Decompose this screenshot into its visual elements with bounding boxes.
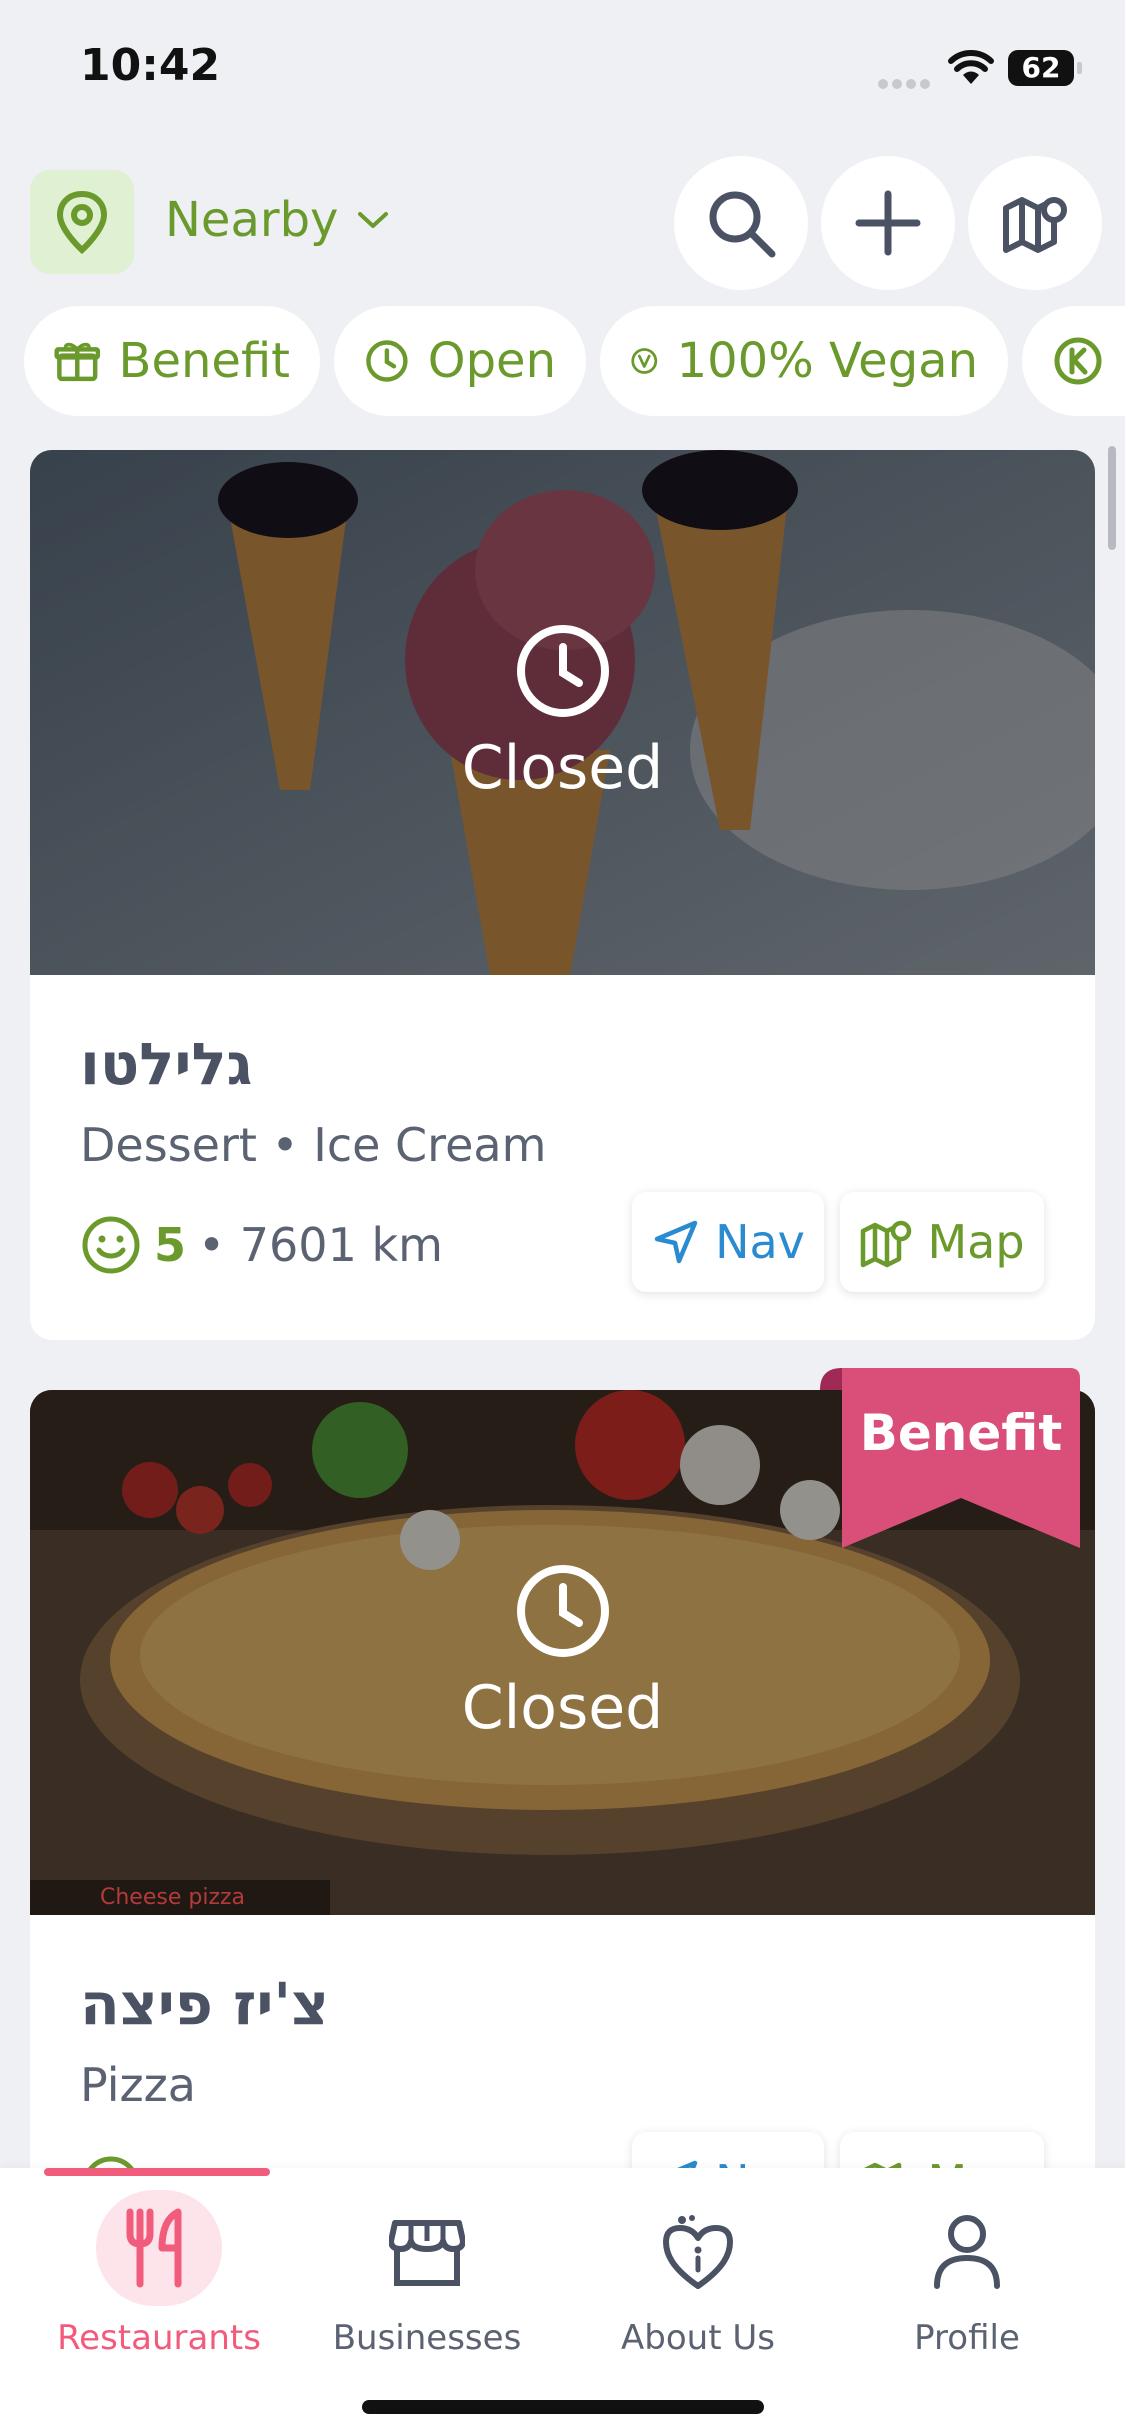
status-bar: 10:42 62 (0, 0, 1125, 140)
tab-label: Profile (914, 2318, 1020, 2358)
map-button-label: Map (927, 1215, 1025, 1269)
nav-button-label: Nav (715, 1215, 805, 1269)
map-icon (1003, 197, 1067, 253)
benefit-badge-label: Benefit (859, 1404, 1063, 1462)
closed-label: Closed (461, 732, 664, 803)
tab-label: Businesses (332, 2318, 522, 2358)
bottom-tab-bar: Restaurants Businesses About Us Profile (0, 2168, 1125, 2436)
heart-info-icon (643, 2198, 753, 2306)
fork-knife-icon (96, 2190, 222, 2306)
tab-about-us[interactable]: About Us (563, 2198, 833, 2358)
filter-chip-label: Benefit (118, 333, 290, 389)
filter-chip-kosher[interactable] (1022, 306, 1125, 416)
add-button[interactable] (821, 156, 955, 290)
filter-chips: Benefit Open 100% Vegan (0, 306, 1125, 416)
filter-chip-benefit[interactable]: Benefit (24, 306, 320, 416)
tab-label: Restaurants (57, 2318, 261, 2358)
filter-chip-vegan[interactable]: 100% Vegan (600, 306, 1008, 416)
chevron-down-icon (358, 212, 389, 228)
search-button[interactable] (674, 156, 808, 290)
tab-profile[interactable]: Profile (832, 2198, 1102, 2358)
active-tab-indicator (44, 2168, 270, 2176)
map-view-button[interactable] (968, 156, 1102, 290)
distance-value: • 7601 km (198, 1218, 443, 1272)
image-caption: Cheese pizza (30, 1880, 330, 1915)
restaurant-card[interactable]: Closed גלילטו Dessert • Ice Cream 5 • 76… (30, 450, 1095, 1340)
navigation-arrow-icon (654, 1220, 698, 1264)
filter-chip-open[interactable]: Open (334, 306, 586, 416)
restaurant-category: Pizza (80, 2058, 196, 2112)
wifi-icon (948, 50, 994, 86)
location-pin-button[interactable] (30, 170, 134, 274)
user-icon (912, 2198, 1022, 2306)
filter-chip-label: Open (427, 333, 556, 389)
plus-icon (855, 190, 921, 256)
scrollbar[interactable] (1108, 446, 1116, 550)
benefit-badge: Benefit (820, 1368, 1080, 1548)
closed-label: Closed (461, 1672, 664, 1743)
map-icon (861, 1220, 912, 1268)
nav-button[interactable]: Nav (632, 1192, 824, 1292)
restaurant-image: Closed (30, 450, 1095, 975)
clock-icon (516, 624, 609, 717)
cellular-signal-icon (878, 74, 934, 89)
vegan-icon (631, 348, 658, 374)
location-dropdown-label: Nearby (165, 192, 339, 248)
clock-icon (366, 340, 408, 382)
closed-overlay: Closed (30, 450, 1095, 975)
location-dropdown[interactable]: Nearby (165, 190, 390, 250)
battery-indicator: 62 (1008, 50, 1082, 86)
search-icon (709, 191, 776, 258)
clock-icon (516, 1564, 609, 1657)
gift-icon (54, 342, 101, 382)
storefront-icon (372, 2198, 482, 2306)
home-indicator (362, 2400, 764, 2414)
status-time: 10:42 (80, 40, 221, 91)
restaurant-name: גלילטו (80, 1030, 253, 1098)
smiley-icon (82, 1216, 140, 1274)
filter-chip-label: 100% Vegan (676, 333, 978, 389)
location-pin-icon (56, 190, 108, 254)
restaurant-category: Dessert • Ice Cream (80, 1118, 547, 1172)
rating-value: 5 (154, 1218, 187, 1272)
map-button[interactable]: Map (840, 1192, 1044, 1292)
restaurant-name: צ'יז פיצה (80, 1970, 330, 2038)
tab-restaurants[interactable]: Restaurants (24, 2190, 294, 2358)
restaurant-meta: 5 • 7601 km (80, 1214, 443, 1276)
kosher-icon (1054, 337, 1102, 385)
tab-label: About Us (621, 2318, 775, 2358)
tab-businesses[interactable]: Businesses (292, 2198, 562, 2358)
